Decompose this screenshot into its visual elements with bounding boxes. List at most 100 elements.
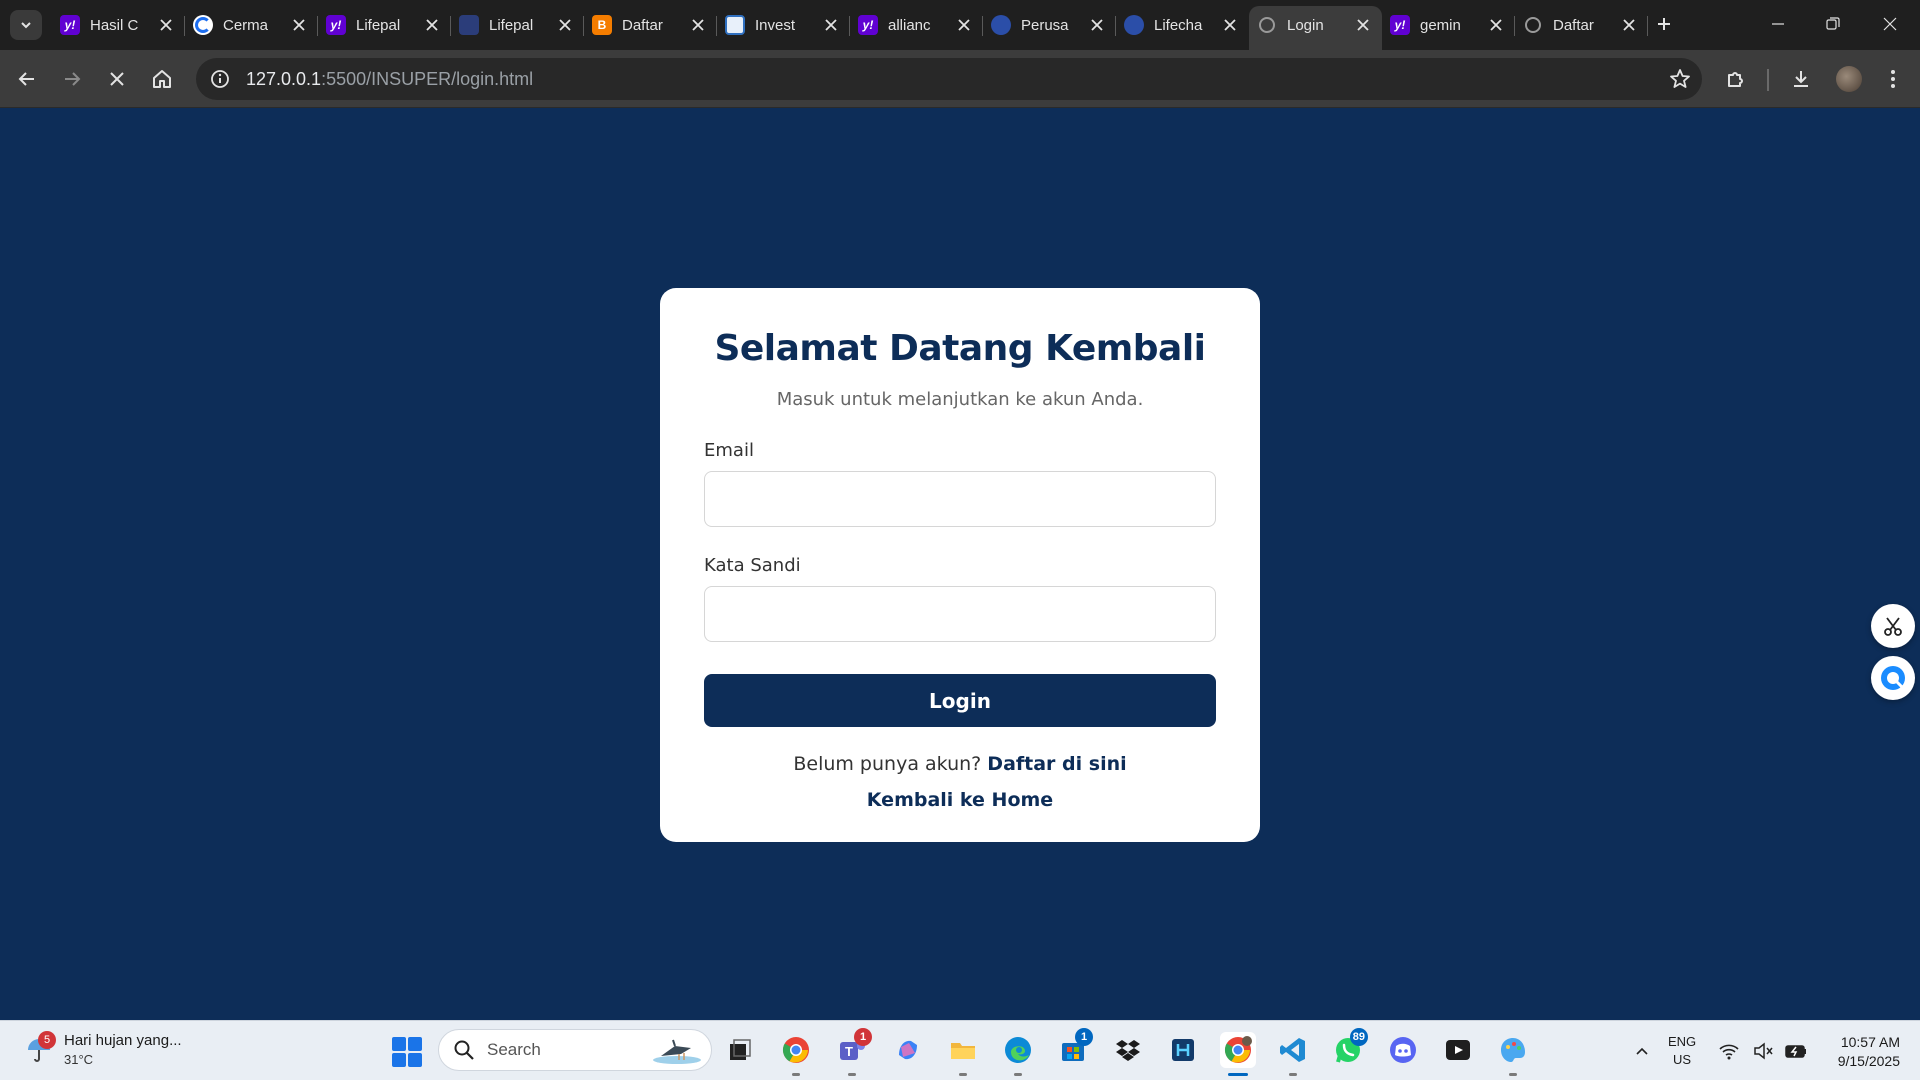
weather-badge: 5 <box>38 1031 56 1049</box>
close-icon <box>1224 19 1236 31</box>
bookmark-star-icon[interactable] <box>1668 67 1692 91</box>
search-placeholder: Search <box>487 1040 541 1059</box>
show-hidden-icons-button[interactable] <box>1624 1033 1660 1069</box>
tab-close-button[interactable] <box>1354 16 1372 34</box>
close-icon <box>825 19 837 31</box>
teams-app[interactable]: T 1 <box>834 1028 872 1076</box>
browser-tab[interactable]: B Daftar <box>584 6 717 44</box>
yahoo-favicon-icon: y! <box>1390 15 1410 35</box>
address-bar[interactable]: 127.0.0.1:5500/INSUPER/login.html <box>196 58 1702 100</box>
scissors-icon <box>1884 617 1902 636</box>
battery-status[interactable] <box>1783 1033 1809 1069</box>
browser-tab[interactable]: Invest <box>717 6 850 44</box>
browser-tab[interactable]: y! Hasil C <box>52 6 185 44</box>
tab-search-button[interactable] <box>10 10 42 40</box>
tab-close-button[interactable] <box>955 16 973 34</box>
allianz-favicon-icon <box>1124 15 1144 35</box>
tab-close-button[interactable] <box>423 16 441 34</box>
browser-tab[interactable]: y! Lifepal <box>318 6 451 44</box>
site-info-icon[interactable] <box>208 67 232 91</box>
chrome-profile-app[interactable] <box>1220 1032 1256 1076</box>
new-tab-button[interactable] <box>1652 12 1676 36</box>
browser-tab[interactable]: Cerma <box>185 6 318 44</box>
browser-tab[interactable]: Perusa <box>983 6 1116 44</box>
close-icon <box>1091 19 1103 31</box>
whatsapp-app[interactable]: 89 <box>1330 1028 1368 1068</box>
browser-tab[interactable]: y! gemin <box>1382 6 1515 44</box>
browser-tab[interactable]: Daftar <box>1515 6 1648 44</box>
system-clock[interactable]: 10:57 AM 9/15/2025 <box>1820 1033 1900 1071</box>
tab-close-button[interactable] <box>689 16 707 34</box>
weather-widget[interactable]: 5 Hari hujan yang... 31°C <box>24 1031 182 1069</box>
profile-avatar[interactable] <box>1836 66 1862 92</box>
tab-title: Lifepal <box>489 16 534 34</box>
register-prompt: Belum punya akun? <box>793 753 982 775</box>
tab-close-button[interactable] <box>1620 16 1638 34</box>
tab-close-button[interactable] <box>1221 16 1239 34</box>
url-text: 127.0.0.1:5500/INSUPER/login.html <box>246 69 533 90</box>
volume-status[interactable] <box>1750 1033 1776 1069</box>
tab-close-button[interactable] <box>157 16 175 34</box>
clock-time: 10:57 AM <box>1840 1034 1900 1050</box>
close-icon <box>692 19 704 31</box>
close-icon <box>1623 19 1635 31</box>
paint-app[interactable] <box>1495 1032 1531 1076</box>
edge-app[interactable] <box>1000 1032 1036 1076</box>
windows-start-button[interactable] <box>392 1037 422 1067</box>
tab-close-button[interactable] <box>822 16 840 34</box>
restore-button[interactable] <box>1821 12 1845 36</box>
home-icon <box>153 70 171 88</box>
email-input[interactable] <box>704 471 1216 527</box>
vscode-app[interactable] <box>1275 1032 1311 1076</box>
weather-text: Hari hujan yang... 31°C <box>64 1031 182 1069</box>
forward-button[interactable] <box>57 64 87 94</box>
browser-tab[interactable]: Lifepal <box>451 6 584 44</box>
home-button[interactable] <box>147 64 177 94</box>
vpn-app[interactable] <box>1165 1032 1201 1068</box>
copilot-icon <box>899 1040 917 1060</box>
tab-close-button[interactable] <box>1487 16 1505 34</box>
email-label: Email <box>704 440 754 461</box>
back-button[interactable] <box>12 64 42 94</box>
screen-clip-button[interactable] <box>1871 604 1915 648</box>
tab-close-button[interactable] <box>556 16 574 34</box>
taskbar-search[interactable]: Search <box>438 1029 712 1071</box>
back-to-home-link[interactable]: Kembali ke Home <box>867 789 1053 811</box>
task-view-app[interactable] <box>722 1032 758 1068</box>
browser-menu-button[interactable] <box>1878 64 1908 94</box>
login-card: Selamat Datang Kembali Masuk untuk melan… <box>660 288 1260 842</box>
register-link[interactable]: Daftar di sini <box>987 753 1126 775</box>
browser-tab[interactable]: Login <box>1249 6 1382 50</box>
close-window-button[interactable] <box>1878 12 1902 36</box>
tab-title: Daftar <box>622 16 663 34</box>
store-badge: 1 <box>1075 1028 1093 1046</box>
stop-loading-button[interactable] <box>102 64 132 94</box>
yahoo-favicon-icon: y! <box>858 15 878 35</box>
search-icon <box>454 1040 474 1060</box>
chat-assistant-button[interactable] <box>1871 656 1915 700</box>
store-app[interactable]: 1 <box>1055 1028 1093 1068</box>
dropbox-app[interactable] <box>1110 1032 1146 1068</box>
wifi-status[interactable] <box>1716 1033 1742 1069</box>
copilot-app[interactable] <box>890 1032 926 1068</box>
file-explorer-app[interactable] <box>945 1032 981 1076</box>
discord-app[interactable] <box>1385 1032 1421 1068</box>
chevron-up-icon <box>1636 1047 1648 1055</box>
minimize-button[interactable] <box>1766 12 1790 36</box>
password-input[interactable] <box>704 586 1216 642</box>
browser-tab-strip: y! Hasil C Cerma y! Lifepal Lifepal B Daftar Inv… <box>0 0 1920 50</box>
edge-icon <box>1005 1037 1031 1063</box>
chrome-app[interactable] <box>778 1032 814 1076</box>
language-indicator[interactable]: ENG US <box>1668 1033 1696 1069</box>
yahoo-favicon-icon: y! <box>60 15 80 35</box>
media-app[interactable] <box>1440 1032 1476 1068</box>
downloads-button[interactable] <box>1786 64 1816 94</box>
extensions-button[interactable] <box>1721 64 1751 94</box>
url-path: :5500/INSUPER/login.html <box>321 68 534 89</box>
windows-taskbar: 5 Hari hujan yang... 31°C Search T 1 1 8… <box>0 1020 1920 1080</box>
login-button[interactable]: Login <box>704 674 1216 727</box>
browser-tab[interactable]: y! allianc <box>850 6 983 44</box>
browser-tab[interactable]: Lifecha <box>1116 6 1249 44</box>
tab-close-button[interactable] <box>1088 16 1106 34</box>
tab-close-button[interactable] <box>290 16 308 34</box>
